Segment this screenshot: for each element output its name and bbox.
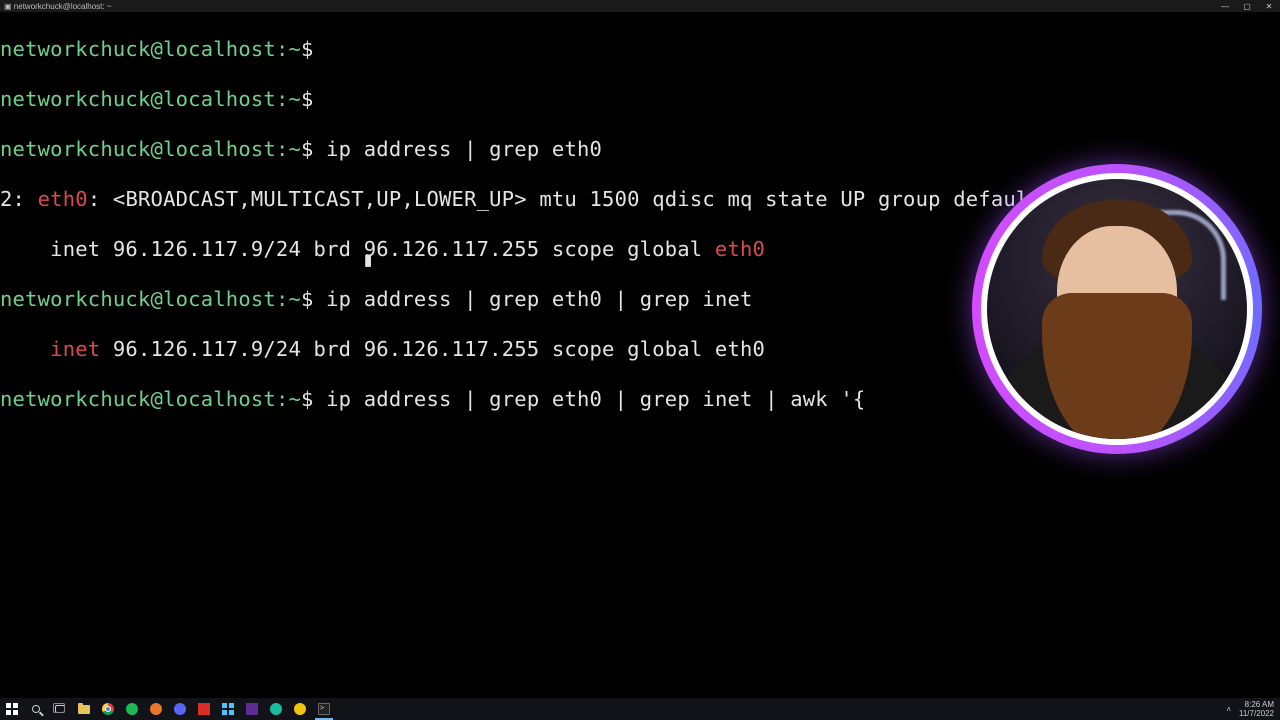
prompt-at: @ [151, 137, 164, 161]
task-view-icon [55, 705, 65, 713]
prompt-path: ~ [289, 37, 302, 61]
prompt-colon: : [276, 287, 289, 311]
prompt-dollar: $ [301, 37, 314, 61]
prompt-host: localhost [163, 87, 276, 111]
prompt-host: localhost [163, 137, 276, 161]
webcam-border [981, 173, 1253, 445]
webcam-overlay [972, 164, 1262, 454]
person-beard [1042, 293, 1192, 439]
terminal-cursor: ▮ [362, 247, 374, 271]
prompt-user: networkchuck [0, 87, 151, 111]
spotify-button[interactable] [120, 698, 144, 720]
prompt-path: ~ [289, 287, 302, 311]
taskbar-app-button[interactable] [144, 698, 168, 720]
task-view-button[interactable] [48, 698, 72, 720]
clock-date: 11/7/2022 [1239, 709, 1274, 718]
output-text: : <BROADCAST,MULTICAST,UP,LOWER_UP> mtu … [88, 187, 1167, 211]
chrome-icon [102, 703, 114, 715]
window-titlebar: ▣ networkchuck@localhost: ~ — ▢ ✕ [0, 0, 1280, 12]
prompt-colon: : [276, 387, 289, 411]
prompt-dollar: $ [301, 287, 314, 311]
command-text: ip address | grep eth0 | grep inet [326, 287, 752, 311]
spotify-icon [126, 703, 138, 715]
terminal-icon [318, 703, 330, 715]
prompt-dollar: $ [301, 137, 314, 161]
prompt-at: @ [151, 387, 164, 411]
obs-icon [270, 703, 282, 715]
taskbar-app-button[interactable] [192, 698, 216, 720]
window-close-button[interactable]: ✕ [1258, 0, 1280, 12]
vscode-icon [246, 703, 258, 715]
command-text: ip address | grep eth0 [326, 137, 602, 161]
windows-icon [6, 703, 18, 715]
prompt-user: networkchuck [0, 37, 151, 61]
prompt-colon: : [276, 37, 289, 61]
app-icon [150, 703, 162, 715]
prompt-path: ~ [289, 137, 302, 161]
taskbar-clock[interactable]: 8:26 AM 11/7/2022 [1235, 700, 1278, 718]
app-icon [198, 703, 210, 715]
window-minimize-button[interactable]: — [1214, 0, 1236, 12]
terminal-button[interactable] [312, 698, 336, 720]
start-button[interactable] [0, 698, 24, 720]
grep-match: inet [50, 337, 100, 361]
obs-button[interactable] [264, 698, 288, 720]
prompt-user: networkchuck [0, 387, 151, 411]
output-text: 96.126.117.9/24 brd 96.126.117.255 scope… [100, 337, 765, 361]
system-tray[interactable]: ˄ 8:26 AM 11/7/2022 [1226, 700, 1280, 718]
prompt-user: networkchuck [0, 287, 151, 311]
clock-time: 8:26 AM [1239, 700, 1274, 709]
titlebar-app-icon: ▣ [4, 2, 12, 11]
grep-match: eth0 [38, 187, 88, 211]
grep-match: eth0 [715, 237, 765, 261]
file-explorer-button[interactable] [72, 698, 96, 720]
app-icon [222, 703, 234, 715]
vscode-button[interactable] [240, 698, 264, 720]
prompt-at: @ [151, 37, 164, 61]
prompt-host: localhost [163, 387, 276, 411]
output-text: 2: [0, 187, 38, 211]
prompt-colon: : [276, 87, 289, 111]
command-text: ip address | grep eth0 | grep inet | awk… [326, 387, 865, 411]
taskbar-app-button[interactable] [288, 698, 312, 720]
prompt-user: networkchuck [0, 137, 151, 161]
discord-button[interactable] [168, 698, 192, 720]
output-text: inet 96.126.117.9/24 brd 96.126.117.255 … [0, 237, 715, 261]
output-text [0, 337, 50, 361]
prompt-host: localhost [163, 287, 276, 311]
terminal-line: networkchuck@localhost:~$ [0, 87, 1280, 112]
prompt-path: ~ [289, 87, 302, 111]
prompt-path: ~ [289, 387, 302, 411]
window-title: networkchuck@localhost: ~ [14, 2, 112, 11]
app-icon [294, 703, 306, 715]
windows-taskbar: ˄ 8:26 AM 11/7/2022 [0, 698, 1280, 720]
terminal-line: networkchuck@localhost:~$ [0, 37, 1280, 62]
prompt-host: localhost [163, 37, 276, 61]
prompt-colon: : [276, 137, 289, 161]
window-maximize-button[interactable]: ▢ [1236, 0, 1258, 12]
webcam-feed [987, 179, 1247, 439]
prompt-at: @ [151, 87, 164, 111]
tray-chevron-icon[interactable]: ˄ [1226, 705, 1231, 714]
prompt-dollar: $ [301, 87, 314, 111]
prompt-dollar: $ [301, 387, 314, 411]
prompt-at: @ [151, 287, 164, 311]
search-icon [32, 705, 40, 713]
terminal-line: networkchuck@localhost:~$ ip address | g… [0, 137, 1280, 162]
folder-icon [78, 705, 90, 714]
discord-icon [174, 703, 186, 715]
taskbar-app-button[interactable] [216, 698, 240, 720]
taskbar-search-button[interactable] [24, 698, 48, 720]
chrome-button[interactable] [96, 698, 120, 720]
